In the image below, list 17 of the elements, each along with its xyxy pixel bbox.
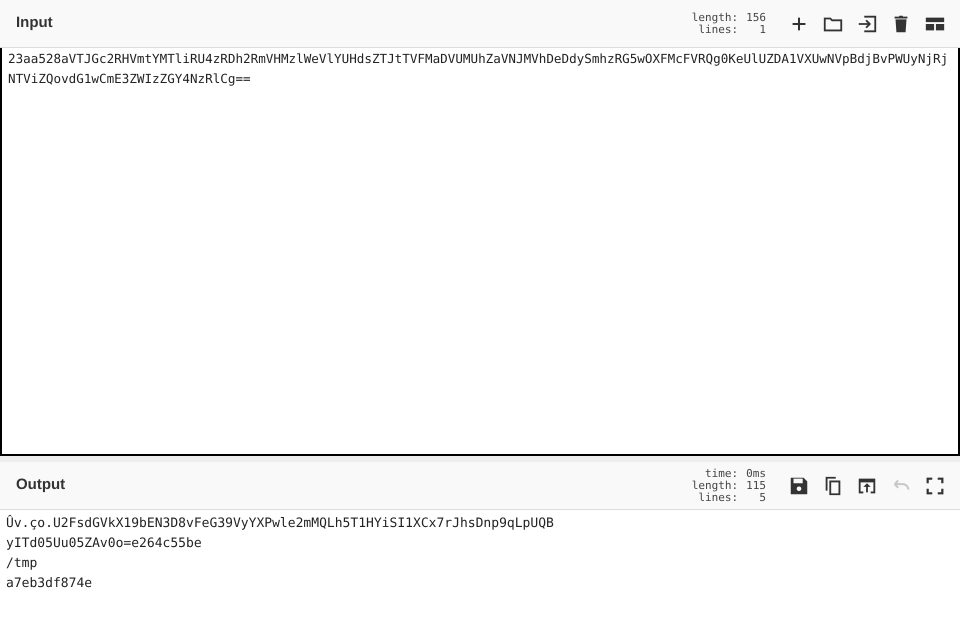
panel-title: Output bbox=[16, 475, 66, 496]
fullscreen-icon bbox=[924, 474, 946, 496]
stat-label: lines: bbox=[698, 492, 738, 504]
output-line: Ûv.ço.U2FsdGVkX19bEN3D8vFeG39VyYXPwle2mMQLh5T1HYiSI1XCx7rJhsDnp9qLpUQB bbox=[6, 514, 555, 533]
stat-value: 5 bbox=[758, 492, 766, 504]
stat-value: 156 bbox=[746, 12, 766, 24]
stat-value: 0ms bbox=[746, 468, 766, 480]
output-line: yITd05Uu05ZAv0o=e264c55be bbox=[6, 535, 203, 553]
stat-label: length: bbox=[692, 12, 738, 24]
output-line: a7eb3df874e bbox=[6, 575, 94, 593]
output-line: /tmp bbox=[6, 555, 38, 573]
stat-label: time: bbox=[704, 468, 738, 480]
stat-label: length: bbox=[692, 480, 738, 492]
stat-label: lines: bbox=[698, 24, 738, 36]
stat-value: 115 bbox=[746, 480, 766, 492]
panel-title: Input bbox=[16, 13, 54, 34]
stat-value: 1 bbox=[758, 24, 766, 36]
